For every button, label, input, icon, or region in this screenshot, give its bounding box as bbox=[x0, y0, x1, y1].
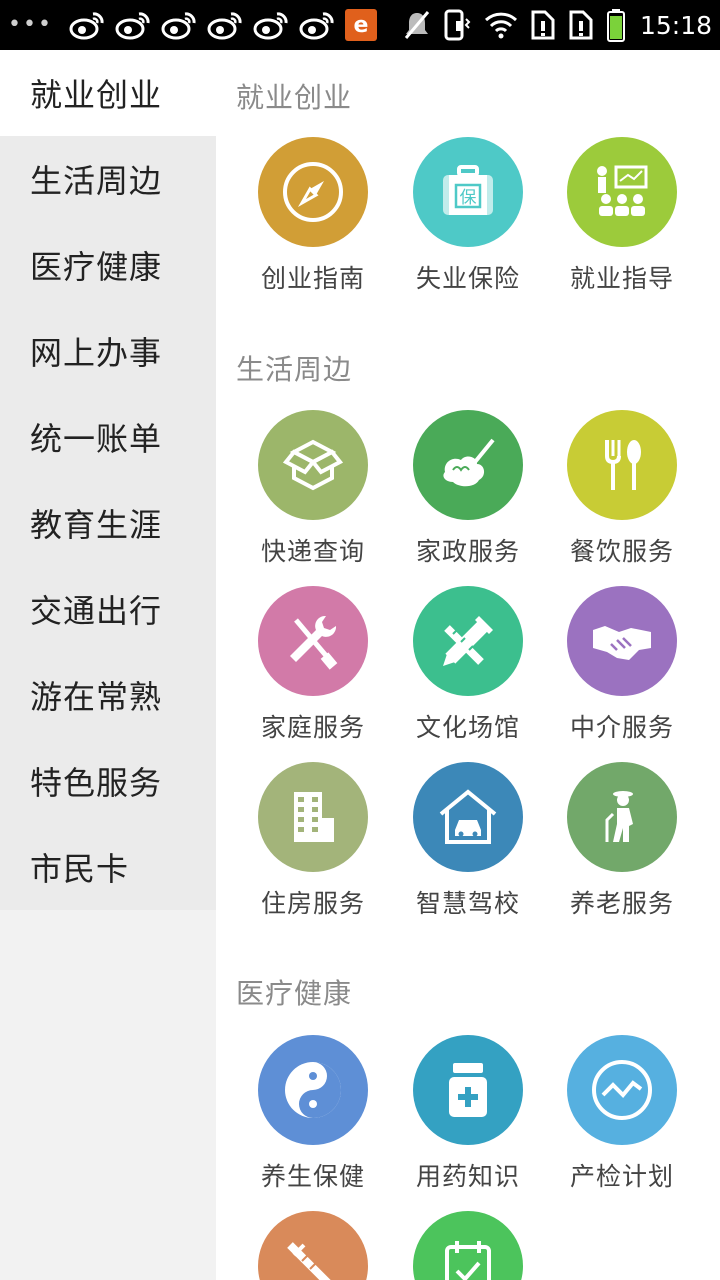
category-list: 就业创业 生活周边 医疗健康 网上办事 统一账单 教育生涯 交通出行 游在常熟 … bbox=[0, 50, 216, 910]
sidebar-item-citizen-card[interactable]: 市民卡 bbox=[0, 824, 216, 910]
service-label: 快递查询 bbox=[260, 537, 365, 566]
status-bar-system: 15:18 bbox=[404, 0, 712, 50]
sidebar-item-special-services[interactable]: 特色服务 bbox=[0, 738, 216, 824]
handshake-icon bbox=[567, 586, 677, 696]
service-employment-guidance[interactable]: 就业指导 bbox=[547, 137, 697, 295]
sidebar-item-education[interactable]: 教育生涯 bbox=[0, 480, 216, 566]
service-label: 就业指导 bbox=[569, 264, 674, 293]
section-title-health: 医疗健康 bbox=[236, 977, 353, 1010]
service-agency[interactable]: 中介服务 bbox=[547, 586, 697, 744]
package-box-icon bbox=[258, 410, 368, 520]
weibo-icon bbox=[69, 12, 104, 40]
sidebar-item-label: 统一账单 bbox=[30, 420, 163, 458]
building-icon bbox=[258, 762, 368, 872]
sidebar-item-label: 交通出行 bbox=[30, 592, 163, 630]
sidebar-item-employment[interactable]: 就业创业 bbox=[0, 50, 216, 136]
service-housing[interactable]: 住房服务 bbox=[238, 762, 388, 920]
cleaning-duster-icon bbox=[413, 410, 523, 520]
sidebar-item-life[interactable]: 生活周边 bbox=[0, 136, 216, 222]
status-bar-notifications: ••• e bbox=[8, 0, 377, 50]
heartbeat-monitor-icon bbox=[567, 1035, 677, 1145]
service-label: 产检计划 bbox=[569, 1162, 674, 1191]
calendar-check-icon bbox=[413, 1211, 523, 1280]
wifi-icon bbox=[484, 12, 517, 39]
sidebar-item-label: 特色服务 bbox=[30, 764, 163, 802]
service-label: 养老服务 bbox=[569, 889, 674, 918]
service-driving-school[interactable]: 智慧驾校 bbox=[393, 762, 543, 920]
service-prenatal-plan[interactable]: 产检计划 bbox=[547, 1035, 697, 1193]
clock: 15:18 bbox=[639, 10, 712, 40]
battery-icon bbox=[606, 9, 625, 42]
pencil-ruler-icon bbox=[413, 586, 523, 696]
service-medication[interactable]: 用药知识 bbox=[393, 1035, 543, 1193]
service-wellness[interactable]: 养生保健 bbox=[238, 1035, 388, 1193]
category-sidebar: 就业创业 生活周边 医疗健康 网上办事 统一账单 教育生涯 交通出行 游在常熟 … bbox=[0, 50, 216, 1280]
sidebar-item-label: 教育生涯 bbox=[30, 506, 163, 544]
compass-icon bbox=[258, 137, 368, 247]
sidebar-item-label: 医疗健康 bbox=[30, 248, 163, 286]
service-express-tracking[interactable]: 快递查询 bbox=[238, 410, 388, 568]
service-label: 中介服务 bbox=[569, 713, 674, 742]
service-label: 失业保险 bbox=[415, 264, 520, 293]
weibo-icon bbox=[299, 12, 334, 40]
service-label: 养生保健 bbox=[260, 1162, 365, 1191]
sidebar-item-label: 游在常熟 bbox=[30, 678, 163, 716]
service-label: 创业指南 bbox=[260, 264, 365, 293]
sidebar-item-transport[interactable]: 交通出行 bbox=[0, 566, 216, 652]
section-title-life: 生活周边 bbox=[236, 353, 353, 386]
browser-icon: e bbox=[344, 9, 377, 41]
section-title-employment: 就业创业 bbox=[236, 81, 353, 114]
elderly-cane-icon bbox=[567, 762, 677, 872]
service-label: 餐饮服务 bbox=[569, 537, 674, 566]
syringe-icon bbox=[258, 1211, 368, 1280]
service-housekeeping[interactable]: 家政服务 bbox=[393, 410, 543, 568]
weibo-icon bbox=[161, 12, 196, 40]
service-appointment[interactable] bbox=[393, 1211, 543, 1280]
mute-icon bbox=[404, 11, 430, 39]
service-vaccination[interactable] bbox=[238, 1211, 388, 1280]
sidebar-item-health[interactable]: 医疗健康 bbox=[0, 222, 216, 308]
service-label: 家政服务 bbox=[415, 537, 520, 566]
weibo-icon bbox=[115, 12, 150, 40]
more-dots-icon: ••• bbox=[8, 12, 53, 37]
sidebar-item-label: 生活周边 bbox=[30, 162, 163, 200]
service-grid-panel: 就业创业 创业指南 保 失业保险 就业指导 生活周边 快递查询 家政服务 餐饮服… bbox=[216, 50, 720, 1280]
sidebar-item-label: 网上办事 bbox=[30, 334, 163, 372]
sim-alert-icon bbox=[531, 10, 555, 40]
service-label: 住房服务 bbox=[260, 889, 365, 918]
service-label: 文化场馆 bbox=[415, 713, 520, 742]
sim-alert-icon bbox=[569, 10, 593, 40]
yin-yang-icon bbox=[258, 1035, 368, 1145]
car-garage-icon bbox=[413, 762, 523, 872]
service-label: 智慧驾校 bbox=[415, 889, 520, 918]
service-catering[interactable]: 餐饮服务 bbox=[547, 410, 697, 568]
service-home-services[interactable]: 家庭服务 bbox=[238, 586, 388, 744]
sidebar-item-label: 市民卡 bbox=[30, 850, 130, 888]
service-elderly-care[interactable]: 养老服务 bbox=[547, 762, 697, 920]
svg-text:保: 保 bbox=[460, 188, 477, 208]
phone-vibrate-icon bbox=[444, 9, 471, 41]
sidebar-item-tourism[interactable]: 游在常熟 bbox=[0, 652, 216, 738]
weibo-icon bbox=[253, 12, 288, 40]
sidebar-item-label: 就业创业 bbox=[30, 76, 163, 114]
service-label: 用药知识 bbox=[415, 1162, 520, 1191]
service-cultural-venues[interactable]: 文化场馆 bbox=[393, 586, 543, 744]
sidebar-item-online-affairs[interactable]: 网上办事 bbox=[0, 308, 216, 394]
sidebar-item-unified-bill[interactable]: 统一账单 bbox=[0, 394, 216, 480]
medicine-bottle-icon bbox=[413, 1035, 523, 1145]
status-bar: ••• e 15:18 bbox=[0, 0, 720, 50]
insurance-case-icon: 保 bbox=[413, 137, 523, 247]
service-unemployment-insurance[interactable]: 保 失业保险 bbox=[393, 137, 543, 295]
service-entrepreneurship-guide[interactable]: 创业指南 bbox=[238, 137, 388, 295]
teacher-board-icon bbox=[567, 137, 677, 247]
service-label: 家庭服务 bbox=[260, 713, 365, 742]
wrench-screwdriver-icon bbox=[258, 586, 368, 696]
fork-spoon-icon bbox=[567, 410, 677, 520]
weibo-icon bbox=[207, 12, 242, 40]
